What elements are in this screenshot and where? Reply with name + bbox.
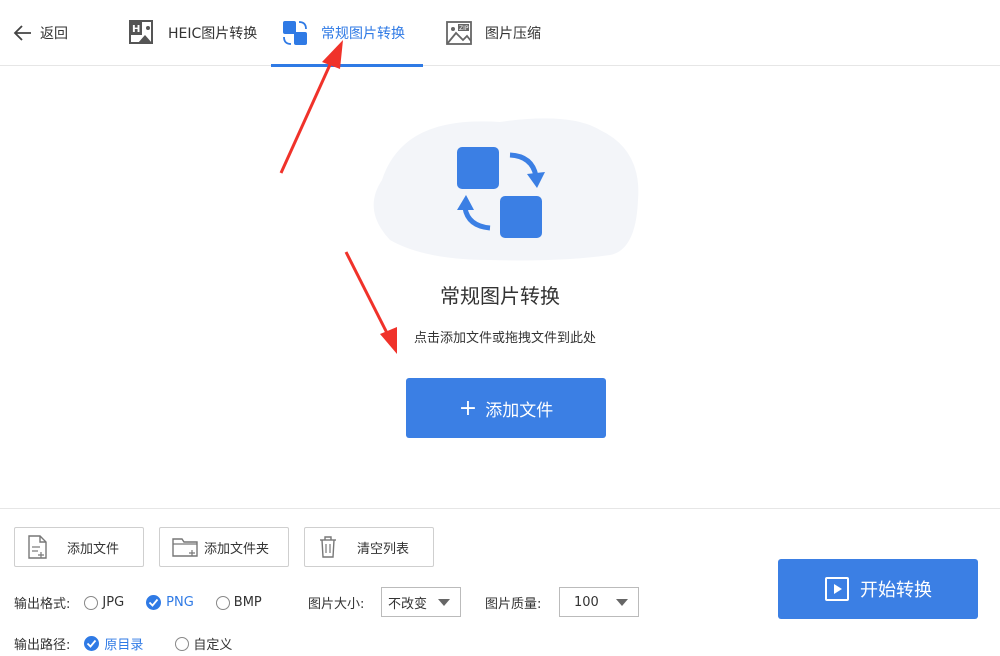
zip-image-icon: ZIP bbox=[446, 21, 472, 45]
drop-hint: 点击添加文件或拖拽文件到此处 bbox=[413, 331, 596, 346]
output-format-label: 输出格式: bbox=[14, 597, 71, 612]
divider bbox=[0, 508, 1000, 509]
arrow-left-icon bbox=[13, 25, 31, 41]
add-file-label: 添加文件 bbox=[67, 541, 120, 557]
output-path-label: 输出路径: bbox=[14, 638, 71, 653]
tab-label: 常规图片转换 bbox=[321, 26, 405, 42]
start-convert-button[interactable]: 开始转换 bbox=[778, 559, 978, 619]
start-convert-label: 开始转换 bbox=[860, 580, 932, 601]
path-radio-original[interactable]: 原目录 bbox=[84, 634, 143, 653]
chevron-down-icon bbox=[616, 599, 628, 606]
image-quality-value: 100 bbox=[574, 594, 599, 610]
play-icon bbox=[825, 577, 849, 601]
svg-text:H: H bbox=[132, 24, 140, 35]
tab-label: HEIC图片转换 bbox=[168, 26, 258, 42]
image-size-label: 图片大小: bbox=[308, 597, 365, 612]
add-folder-label: 添加文件夹 bbox=[204, 541, 270, 557]
background-blob bbox=[373, 118, 639, 261]
square-bottom-icon bbox=[500, 196, 542, 238]
path-radio-custom[interactable]: 自定义 bbox=[175, 634, 232, 653]
add-folder-button[interactable]: 添加文件夹 bbox=[159, 527, 289, 567]
radio-circle bbox=[84, 595, 99, 610]
plus-icon: + bbox=[458, 395, 478, 421]
drop-title: 常规图片转换 bbox=[440, 284, 560, 308]
format-png-label: PNG bbox=[166, 595, 194, 610]
top-bar: 返回 H HEIC图片转换 常规图片转换 ZIP 图片压缩 bbox=[0, 0, 1000, 67]
format-bmp-label: BMP bbox=[233, 595, 262, 610]
tab-image-compress[interactable]: ZIP 图片压缩 bbox=[445, 0, 541, 66]
path-custom-label: 自定义 bbox=[193, 638, 233, 653]
tab-normal-convert[interactable]: 常规图片转换 bbox=[271, 0, 423, 67]
check-icon bbox=[146, 595, 162, 610]
format-jpg-label: JPG bbox=[102, 595, 125, 610]
back-label: 返回 bbox=[40, 26, 68, 42]
drop-illustration bbox=[373, 118, 639, 261]
square-top-icon bbox=[457, 147, 499, 189]
check-icon bbox=[84, 636, 100, 651]
convert-squares-icon bbox=[283, 21, 307, 45]
output-format-row: 输出格式: JPG PNG BMP bbox=[14, 593, 262, 612]
clear-list-button[interactable]: 清空列表 bbox=[304, 527, 434, 567]
add-file-button[interactable]: 添加文件 bbox=[14, 527, 144, 567]
format-radio-png[interactable]: PNG bbox=[146, 595, 194, 610]
tab-label: 图片压缩 bbox=[485, 26, 541, 42]
add-file-main-label: 添加文件 bbox=[485, 400, 554, 421]
radio-circle bbox=[215, 595, 230, 610]
image-size-select[interactable]: 不改变 bbox=[381, 587, 461, 617]
chevron-down-icon bbox=[438, 599, 450, 606]
svg-text:ZIP: ZIP bbox=[459, 25, 469, 32]
heic-image-icon: H bbox=[129, 20, 153, 44]
path-original-label: 原目录 bbox=[104, 638, 144, 653]
folder-add-icon bbox=[172, 538, 198, 557]
radio-circle bbox=[175, 636, 190, 651]
image-quality-label: 图片质量: bbox=[485, 597, 542, 612]
image-size-value: 不改变 bbox=[388, 596, 428, 612]
trash-icon bbox=[320, 536, 336, 558]
image-quality-select[interactable]: 100 bbox=[559, 587, 639, 617]
format-radio-bmp[interactable]: BMP bbox=[215, 595, 262, 610]
clear-list-label: 清空列表 bbox=[357, 541, 410, 557]
format-radio-jpg[interactable]: JPG bbox=[84, 595, 124, 610]
add-file-main-button[interactable]: + 添加文件 bbox=[406, 378, 606, 438]
back-button[interactable]: 返回 bbox=[12, 20, 68, 46]
output-path-row: 输出路径: 原目录 自定义 bbox=[14, 634, 232, 653]
tab-heic-convert[interactable]: H HEIC图片转换 bbox=[128, 0, 257, 66]
file-add-icon bbox=[28, 535, 47, 559]
